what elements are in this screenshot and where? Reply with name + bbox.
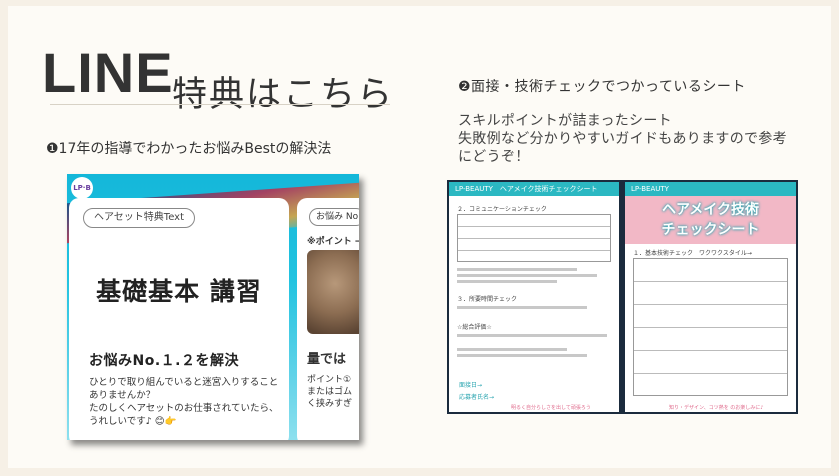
sheet1-text-line bbox=[457, 334, 607, 337]
card-tag: ヘアセット特典Text bbox=[83, 208, 196, 228]
check-sheet-page-1: LP-BEAUTY ヘアメイク技術チェックシート ２．コミュニケーションチェック… bbox=[449, 182, 619, 412]
sheet1-table-1 bbox=[457, 214, 611, 262]
brand-logo: LP·B bbox=[71, 177, 93, 199]
sheet1-interview-date-label: 面接日→ bbox=[459, 382, 483, 389]
sheet1-text-line bbox=[457, 268, 577, 271]
page-subtitle: 特典はこちら bbox=[172, 75, 395, 115]
sheet2-section-basic: １．基本技術チェック ワクワクスタイル→ bbox=[633, 250, 752, 257]
sheet2-footer-note: 知り・デザイン、コツ熱を のお楽しみに♪ bbox=[669, 405, 764, 411]
sheet2-header: LP-BEAUTY bbox=[625, 182, 796, 196]
hair-photo bbox=[307, 250, 359, 334]
sheet1-text-line bbox=[457, 354, 587, 357]
sheet1-header: LP-BEAUTY ヘアメイク技術チェックシート bbox=[449, 182, 619, 196]
promo-card-second: お悩み No ※ポイント → 量では ポイント① またはゴム く挟みすぎ bbox=[297, 198, 359, 440]
card-big-text: 基礎基本 講習 bbox=[96, 277, 262, 306]
sheet1-footer-note: 明るく自分らしさを出して頑張ろう bbox=[511, 405, 591, 411]
card-second-tag: お悩み No bbox=[309, 208, 359, 226]
sheet1-text-line bbox=[457, 280, 557, 283]
sheet1-section-communication: ２．コミュニケーションチェック bbox=[457, 206, 547, 213]
card-body-text: ひとりで取り組んでいると迷宮入りすることありませんか？ たのしくヘアセットのお仕… bbox=[89, 377, 279, 427]
right-section-heading: ❷面接・技術チェックでつかっているシート bbox=[458, 79, 746, 95]
right-section-description: スキルポイントが詰まったシート 失敗例など分かりやすいガイドもありますので参考 … bbox=[458, 112, 787, 166]
left-section-heading: ❶17年の指導でわかったお悩みBestの解決法 bbox=[46, 141, 332, 157]
title-divider bbox=[50, 104, 390, 105]
sheet1-applicant-name-label: 応募者氏名→ bbox=[459, 394, 495, 401]
sheet2-banner-line-1: ヘアメイク技術 bbox=[661, 202, 760, 218]
sheet2-table bbox=[633, 258, 788, 396]
check-sheet-preview-image[interactable]: LP-BEAUTY ヘアメイク技術チェックシート ２．コミュニケーションチェック… bbox=[447, 180, 798, 414]
page-title: LINE bbox=[42, 41, 174, 104]
card-second-body: ポイント① またはゴム く挟みすぎ bbox=[307, 375, 353, 409]
desc-line-1: スキルポイントが詰まったシート bbox=[458, 113, 672, 129]
sheet1-text-line bbox=[457, 348, 567, 351]
card-solve-title: お悩みNo.１.２を解決 bbox=[89, 353, 239, 369]
card-second-point: ※ポイント → bbox=[307, 237, 359, 247]
bonus-text-preview-image[interactable]: LP·B ヘアセット特典Text 基礎基本 講習 お悩みNo.１.２を解決 ひと… bbox=[67, 174, 359, 440]
check-sheet-page-2: LP-BEAUTY ヘアメイク技術 チェックシート １．基本技術チェック ワクワ… bbox=[625, 182, 796, 412]
sheet1-text-line bbox=[457, 306, 587, 309]
sheet1-text-line bbox=[457, 274, 597, 277]
promo-card-main: ヘアセット特典Text 基礎基本 講習 お悩みNo.１.２を解決 ひとりで取り組… bbox=[69, 198, 289, 440]
sheet1-section-time: ３．所要時間チェック bbox=[457, 296, 518, 303]
sheet2-banner-title: ヘアメイク技術 チェックシート bbox=[625, 200, 796, 240]
sheet2-banner-line-2: チェックシート bbox=[661, 222, 760, 238]
desc-line-3: にどうぞ！ bbox=[458, 149, 530, 165]
card-second-title: 量では bbox=[307, 352, 347, 367]
desc-line-2: 失敗例など分かりやすいガイドもありますので参考 bbox=[458, 131, 787, 147]
sheet1-section-overall: ☆総合評価☆ bbox=[457, 324, 492, 331]
